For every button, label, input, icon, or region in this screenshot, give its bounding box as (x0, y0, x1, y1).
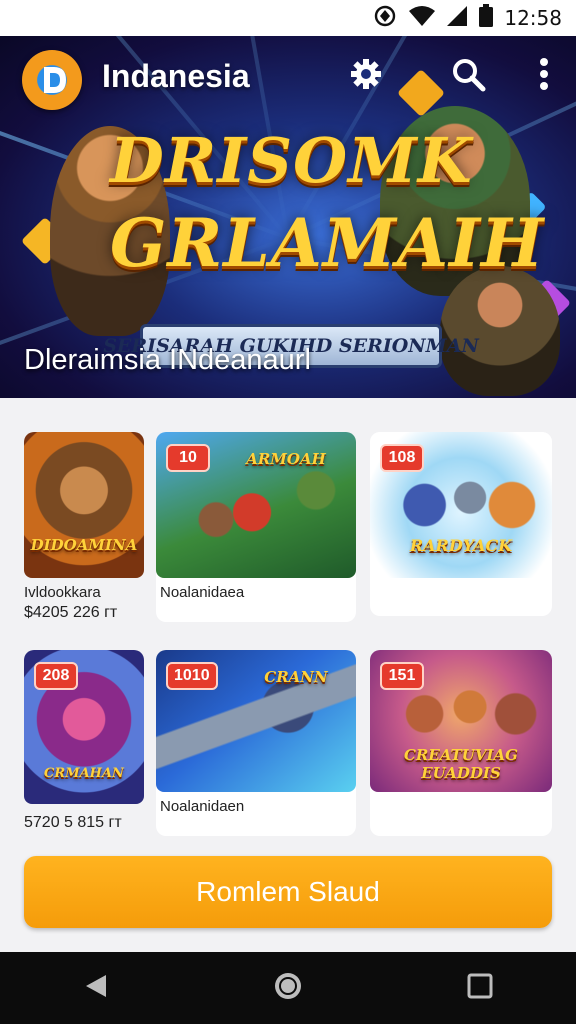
status-time: 12:58 (504, 6, 562, 30)
game-badge: 208 (34, 662, 78, 690)
battery-icon (478, 3, 494, 33)
game-thumbnail: 10 ARMOAH (156, 432, 356, 578)
app-title: Indanesia (102, 58, 250, 94)
back-button[interactable] (66, 958, 126, 1018)
game-logo-text: DIDOAMINA (30, 536, 138, 554)
cta-label: Romlem Slaud (196, 876, 380, 907)
banner-title-line2: GRLAMAIH (110, 204, 545, 282)
game-card[interactable]: 208 CRMAHAN 5720 5 815 гт (24, 650, 144, 836)
game-logo-text: CRMAHAN (44, 766, 124, 781)
recents-button[interactable] (450, 958, 510, 1018)
search-icon (450, 56, 486, 97)
game-name: Ivldookkara (24, 584, 101, 601)
game-card[interactable]: DIDOAMINA Ivldookkara $4205 226 гт (24, 432, 144, 622)
game-logo-text: CRANN (264, 668, 328, 686)
settings-icon (349, 57, 383, 96)
banner-title-line1: DRISOMK (110, 124, 473, 197)
game-badge: 151 (380, 662, 424, 690)
footer: Romlem Slaud (0, 836, 576, 952)
game-price: $4205 226 гт (24, 604, 118, 621)
status-bar: 12:58 (0, 0, 576, 36)
recents-icon (467, 973, 493, 1004)
game-logo-text: ARMOAH (246, 450, 326, 468)
game-name: Noalanidaea (160, 584, 245, 601)
home-button[interactable] (258, 958, 318, 1018)
game-thumbnail: 1010 CRANN (156, 650, 356, 792)
primary-cta-button[interactable]: Romlem Slaud (24, 856, 552, 928)
game-thumbnail: 208 CRMAHAN (24, 650, 144, 804)
notification-icon (372, 5, 398, 32)
game-thumbnail: 108 RARDYACK (370, 432, 552, 578)
game-grid: DIDOAMINA Ivldookkara $4205 226 гт 10 AR… (0, 398, 576, 836)
system-nav-bar (0, 952, 576, 1024)
game-name: Noalanidaen (160, 798, 245, 815)
game-thumbnail: DIDOAMINA (24, 432, 144, 578)
game-logo-text: RARDYACK (409, 536, 513, 555)
game-card[interactable]: 1010 CRANN Noalanidaen (156, 650, 356, 836)
warrior-character-bottom-right (440, 266, 560, 396)
game-card[interactable]: 151 CREATUVIAG EUADDIS (370, 650, 552, 836)
app-logo[interactable] (22, 50, 82, 110)
wifi-icon (408, 5, 436, 32)
home-icon (273, 971, 303, 1006)
more-options-button[interactable] (524, 56, 564, 96)
settings-button[interactable] (346, 56, 386, 96)
more-icon (539, 57, 549, 95)
game-card[interactable]: 10 ARMOAH Noalanidaea (156, 432, 356, 622)
game-price: 5720 5 815 гт (24, 814, 122, 831)
game-thumbnail: 151 CREATUVIAG EUADDIS (370, 650, 552, 792)
game-badge: 108 (380, 444, 424, 472)
search-button[interactable] (448, 56, 488, 96)
game-card[interactable]: 108 RARDYACK (370, 432, 552, 616)
signal-icon (446, 5, 468, 32)
hero-subtitle: Dleraimsia INdeanaurl (24, 344, 311, 376)
game-logo-text: CREATUVIAG EUADDIS (403, 746, 518, 782)
back-icon (82, 972, 110, 1005)
hero-banner[interactable]: Indanesia DRISOMK GRLAMAIH SERISARAH GUK… (0, 36, 576, 398)
